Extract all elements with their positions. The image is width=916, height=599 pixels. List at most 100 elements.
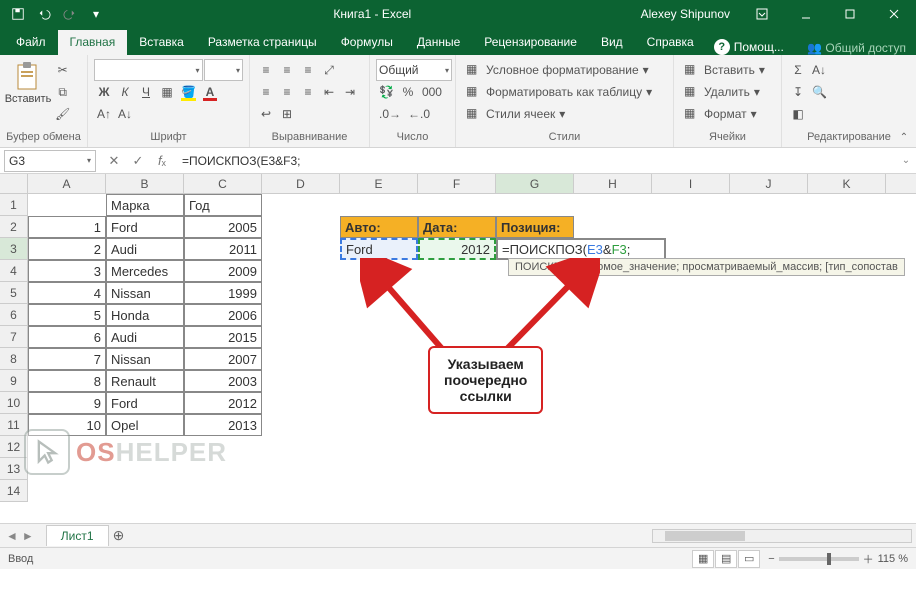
zoom-in-icon[interactable]: ＋ xyxy=(863,551,874,567)
wrap-text-icon[interactable]: ↩ xyxy=(256,103,276,125)
enter-formula-icon[interactable]: ✓ xyxy=(126,150,150,172)
cell-F2[interactable]: Дата: xyxy=(418,216,496,238)
row-header-4[interactable]: 4 xyxy=(0,260,28,282)
cell-C1[interactable]: Год xyxy=(184,194,262,216)
horizontal-scrollbar[interactable] xyxy=(652,529,912,543)
align-right-icon[interactable]: ≡ xyxy=(298,81,318,103)
cell-A6[interactable]: 5 xyxy=(28,304,106,326)
row-header-8[interactable]: 8 xyxy=(0,348,28,370)
col-header-I[interactable]: I xyxy=(652,174,730,194)
indent-inc-icon[interactable]: ⇥ xyxy=(340,81,360,103)
name-box[interactable]: G3▾ xyxy=(4,150,96,172)
cell-A3[interactable]: 2 xyxy=(28,238,106,260)
row-header-1[interactable]: 1 xyxy=(0,194,28,216)
cell-styles-button[interactable]: ▦Стили ячеек ▾ xyxy=(462,103,656,125)
zoom-level[interactable]: 115 % xyxy=(878,553,908,565)
maximize-icon[interactable] xyxy=(828,0,872,28)
page-break-view-icon[interactable]: ▭ xyxy=(738,550,760,568)
cancel-formula-icon[interactable]: ✕ xyxy=(102,150,126,172)
col-header-L[interactable]: L xyxy=(886,174,916,194)
cell-C8[interactable]: 2007 xyxy=(184,348,262,370)
inc-decimal-icon[interactable]: .0→ xyxy=(376,103,404,125)
cell-G2[interactable]: Позиция: xyxy=(496,216,574,238)
cell-A11[interactable]: 10 xyxy=(28,414,106,436)
row-header-2[interactable]: 2 xyxy=(0,216,28,238)
col-header-J[interactable]: J xyxy=(730,174,808,194)
cell-A5[interactable]: 4 xyxy=(28,282,106,304)
spreadsheet-grid[interactable]: ABCDEFGHIJKL 1234567891011121314 МаркаГо… xyxy=(0,174,916,523)
cell-F3[interactable]: 2012 xyxy=(418,238,496,260)
col-header-H[interactable]: H xyxy=(574,174,652,194)
format-cells-button[interactable]: ▦Формат ▾ xyxy=(680,103,769,125)
cell-A2[interactable]: 1 xyxy=(28,216,106,238)
normal-view-icon[interactable]: ▦ xyxy=(692,550,714,568)
tab-help[interactable]: Справка xyxy=(635,30,706,55)
col-header-C[interactable]: C xyxy=(184,174,262,194)
tab-data[interactable]: Данные xyxy=(405,30,472,55)
zoom-slider[interactable] xyxy=(779,557,859,561)
clear-icon[interactable]: ◧ xyxy=(788,103,808,125)
tab-insert[interactable]: Вставка xyxy=(127,30,196,55)
fill-color-button[interactable]: 🪣 xyxy=(178,81,199,103)
cell-B3[interactable]: Audi xyxy=(106,238,184,260)
save-icon[interactable] xyxy=(6,2,30,26)
cell-B4[interactable]: Mercedes xyxy=(106,260,184,282)
cell-C5[interactable]: 1999 xyxy=(184,282,262,304)
collapse-ribbon-icon[interactable]: ⌃ xyxy=(896,129,912,145)
formula-input[interactable]: =ПОИСКПОЗ(E3&F3; xyxy=(176,150,896,172)
sort-filter-icon[interactable]: A↓ xyxy=(809,59,829,81)
col-header-B[interactable]: B xyxy=(106,174,184,194)
row-header-11[interactable]: 11 xyxy=(0,414,28,436)
accounting-icon[interactable]: 💱 xyxy=(376,81,397,103)
row-header-12[interactable]: 12 xyxy=(0,436,28,458)
add-sheet-icon[interactable]: ⊕ xyxy=(109,527,129,544)
italic-button[interactable]: К xyxy=(115,81,135,103)
conditional-format-button[interactable]: ▦Условное форматирование ▾ xyxy=(462,59,656,81)
border-button[interactable]: ▦ xyxy=(157,81,177,103)
align-bottom-icon[interactable]: ≡ xyxy=(298,59,318,81)
close-icon[interactable] xyxy=(872,0,916,28)
orientation-icon[interactable]: ⤢ xyxy=(319,59,339,81)
align-left-icon[interactable]: ≡ xyxy=(256,81,276,103)
delete-cells-button[interactable]: ▦Удалить ▾ xyxy=(680,81,769,103)
number-format-combo[interactable]: Общий▾ xyxy=(376,59,452,81)
tab-review[interactable]: Рецензирование xyxy=(472,30,589,55)
tab-home[interactable]: Главная xyxy=(58,30,128,55)
expand-formula-bar-icon[interactable]: ⌄ xyxy=(896,155,916,166)
cell-C9[interactable]: 2003 xyxy=(184,370,262,392)
cell-C4[interactable]: 2009 xyxy=(184,260,262,282)
select-all-corner[interactable] xyxy=(0,174,28,194)
align-middle-icon[interactable]: ≡ xyxy=(277,59,297,81)
font-name-combo[interactable]: ▾ xyxy=(94,59,203,81)
row-header-9[interactable]: 9 xyxy=(0,370,28,392)
insert-cells-button[interactable]: ▦Вставить ▾ xyxy=(680,59,769,81)
cell-B2[interactable]: Ford xyxy=(106,216,184,238)
cell-G3[interactable]: =ПОИСКПОЗ(E3&F3; xyxy=(496,238,666,260)
bold-button[interactable]: Ж xyxy=(94,81,114,103)
tab-formulas[interactable]: Формулы xyxy=(329,30,405,55)
find-icon[interactable]: 🔍 xyxy=(809,81,830,103)
cell-C10[interactable]: 2012 xyxy=(184,392,262,414)
cell-B5[interactable]: Nissan xyxy=(106,282,184,304)
cell-B9[interactable]: Renault xyxy=(106,370,184,392)
dec-decimal-icon[interactable]: ←.0 xyxy=(405,103,433,125)
tab-file[interactable]: Файл xyxy=(4,30,58,55)
cell-C6[interactable]: 2006 xyxy=(184,304,262,326)
row-header-3[interactable]: 3 xyxy=(0,238,28,260)
cell-B8[interactable]: Nissan xyxy=(106,348,184,370)
merge-icon[interactable]: ⊞ xyxy=(277,103,297,125)
page-layout-view-icon[interactable]: ▤ xyxy=(715,550,737,568)
cell-E3[interactable]: Ford xyxy=(340,238,418,260)
cell-C2[interactable]: 2005 xyxy=(184,216,262,238)
cell-B6[interactable]: Honda xyxy=(106,304,184,326)
row-header-5[interactable]: 5 xyxy=(0,282,28,304)
sheet-next-icon[interactable]: ► xyxy=(22,529,34,543)
zoom-out-icon[interactable]: − xyxy=(768,553,774,565)
col-header-K[interactable]: K xyxy=(808,174,886,194)
tab-layout[interactable]: Разметка страницы xyxy=(196,30,329,55)
qat-customize-icon[interactable]: ▾ xyxy=(84,2,108,26)
cell-B10[interactable]: Ford xyxy=(106,392,184,414)
fill-icon[interactable]: ↧ xyxy=(788,81,808,103)
user-name[interactable]: Alexey Shipunov xyxy=(631,7,740,21)
percent-icon[interactable]: % xyxy=(398,81,418,103)
